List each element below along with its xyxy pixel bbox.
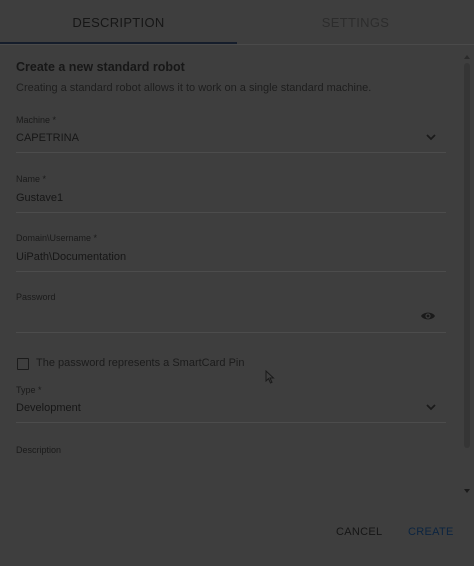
machine-select[interactable]: CAPETRINA [16,132,79,144]
password-input[interactable] [16,312,406,326]
domain-username-label: Domain\Username * [16,233,98,243]
tab-divider [0,44,474,45]
domain-username-input[interactable]: UiPath\Documentation [16,251,126,263]
chevron-down-icon[interactable] [424,400,438,414]
tab-bar: DESCRIPTION SETTINGS [0,0,474,44]
tab-description[interactable]: DESCRIPTION [0,0,237,44]
eye-icon[interactable] [420,309,436,321]
name-underline [16,212,446,213]
scroll-up-arrow-icon[interactable] [464,55,470,59]
name-label: Name * [16,174,47,184]
scrollbar-thumb[interactable] [464,63,470,448]
smartcard-checkbox[interactable] [17,358,29,370]
type-select[interactable]: Development [16,402,81,414]
chevron-down-icon[interactable] [424,130,438,144]
scrollbar[interactable] [463,55,471,495]
smartcard-checkbox-label[interactable]: The password represents a SmartCard Pin [36,357,244,369]
cancel-button[interactable]: CANCEL [326,518,392,546]
mouse-cursor-icon [265,369,275,384]
create-button[interactable]: CREATE [398,518,464,546]
machine-underline [16,152,446,153]
create-robot-dialog: DESCRIPTION SETTINGS Create a new standa… [0,0,474,566]
description-input[interactable] [16,462,446,486]
machine-label: Machine * [16,115,57,125]
form-heading: Create a new standard robot [16,60,185,74]
name-input[interactable]: Gustave1 [16,192,63,204]
description-label: Description [16,445,62,455]
form-subheading: Creating a standard robot allows it to w… [16,82,372,94]
scroll-down-arrow-icon[interactable] [464,489,470,493]
domain-username-underline [16,271,446,272]
type-underline [16,422,446,423]
password-label: Password [16,292,56,302]
type-label: Type * [16,385,42,395]
password-underline [16,332,446,333]
tab-settings[interactable]: SETTINGS [237,0,474,44]
